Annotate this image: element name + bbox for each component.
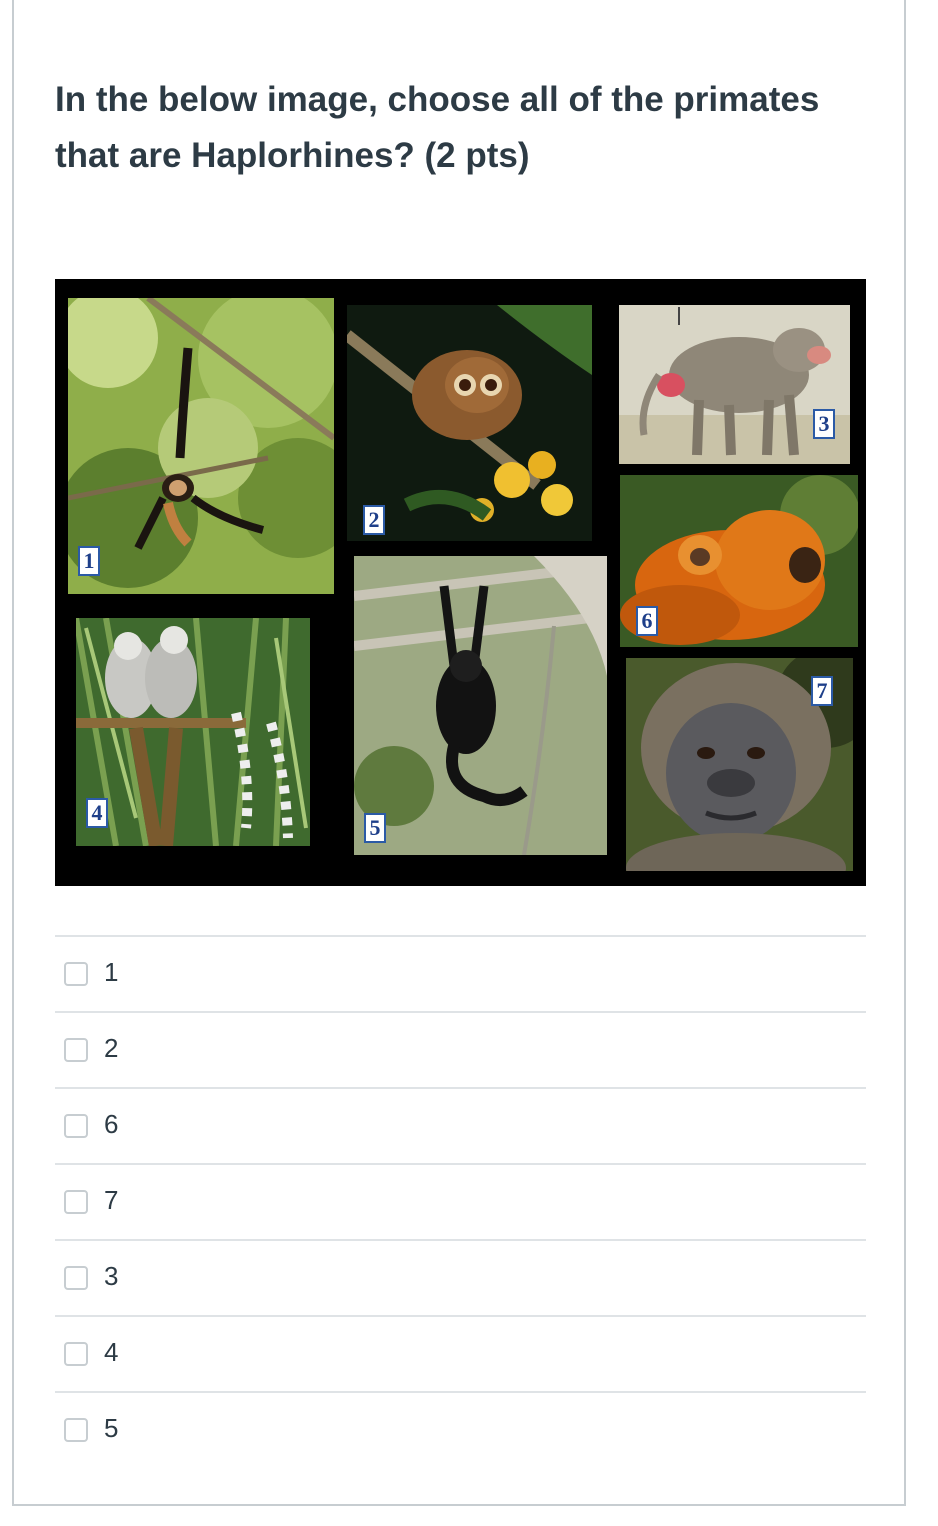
photo-2: 2 <box>347 305 592 541</box>
checkbox[interactable] <box>64 1114 88 1138</box>
answer-option[interactable]: 3 <box>55 1239 866 1315</box>
answer-option[interactable]: 1 <box>55 935 866 1011</box>
answer-option[interactable]: 4 <box>55 1315 866 1391</box>
answer-label: 1 <box>104 957 119 987</box>
answer-label: 5 <box>104 1413 119 1443</box>
answer-label: 3 <box>104 1261 119 1291</box>
answer-label: 7 <box>104 1185 119 1215</box>
question-text: In the below image, choose all of the pr… <box>55 80 820 175</box>
photo-5: 5 <box>354 556 607 855</box>
photo-tag-7: 7 <box>811 676 833 706</box>
primate-collage-image: 1 2 3 4 5 6 7 <box>55 279 866 886</box>
answer-label: 6 <box>104 1109 119 1139</box>
photo-4: 4 <box>76 618 310 846</box>
photo-1: 1 <box>68 298 334 594</box>
photo-3: 3 <box>619 305 850 464</box>
checkbox[interactable] <box>64 1266 88 1290</box>
answer-option[interactable]: 6 <box>55 1087 866 1163</box>
checkbox[interactable] <box>64 1190 88 1214</box>
answer-option[interactable]: 2 <box>55 1011 866 1087</box>
photo-tag-4: 4 <box>86 798 108 828</box>
answer-label: 4 <box>104 1337 119 1367</box>
checkbox[interactable] <box>64 1418 88 1442</box>
photo-tag-3: 3 <box>813 409 835 439</box>
checkbox[interactable] <box>64 962 88 986</box>
photo-7: 7 <box>626 658 853 871</box>
photo-tag-6: 6 <box>636 606 658 636</box>
answer-label: 2 <box>104 1033 119 1063</box>
photo-tag-1: 1 <box>78 546 100 576</box>
answer-list: 1 2 6 7 3 4 5 <box>55 935 866 1467</box>
photo-tag-5: 5 <box>364 813 386 843</box>
checkbox[interactable] <box>64 1038 88 1062</box>
photo-6: 6 <box>620 475 858 647</box>
answer-option[interactable]: 7 <box>55 1163 866 1239</box>
photo-tag-2: 2 <box>363 505 385 535</box>
checkbox[interactable] <box>64 1342 88 1366</box>
answer-option[interactable]: 5 <box>55 1391 866 1467</box>
